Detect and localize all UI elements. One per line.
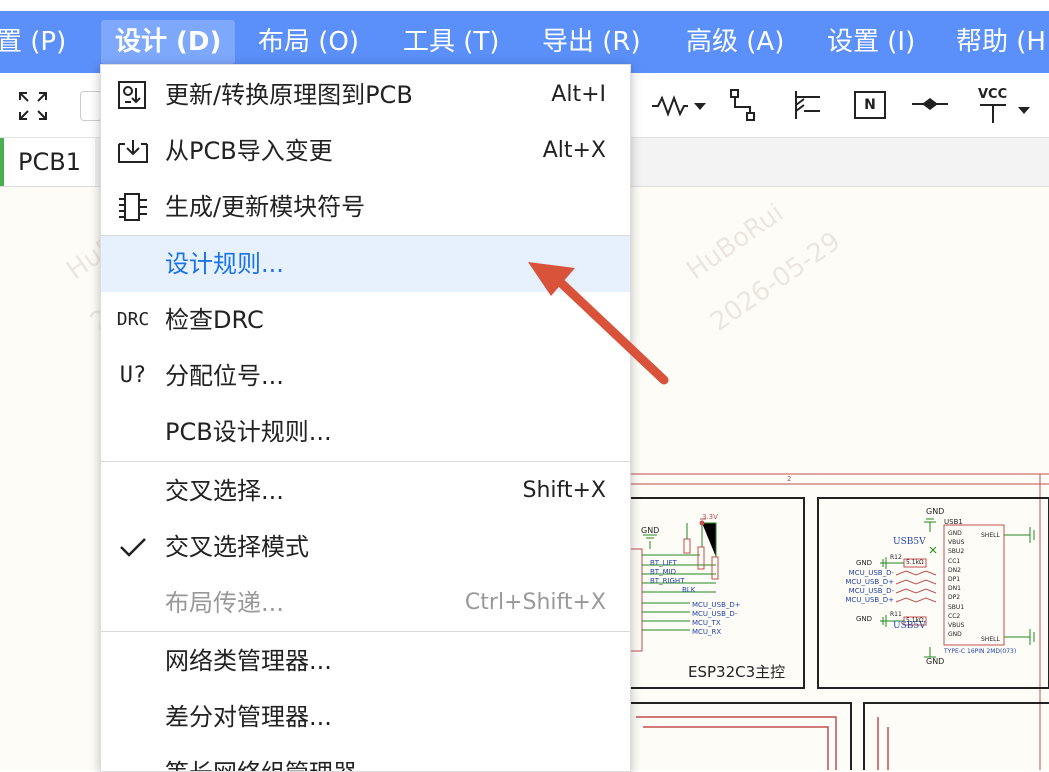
net-flag-icon[interactable]: N: [854, 91, 886, 119]
net-label: MCU_USB_D-: [848, 587, 894, 595]
label-shell-2: SHELL: [981, 636, 1000, 643]
pin-label: VBUS: [948, 539, 965, 547]
net-label: BT_RIGHT: [650, 577, 685, 585]
wire-icon[interactable]: [730, 89, 760, 121]
block-title-esp32c3: ESP32C3主控: [688, 663, 786, 681]
menu-item-shortcut: Alt+I: [551, 82, 606, 107]
annotate-icon: U?: [119, 363, 147, 388]
menu-item-label: PCB设计规则...: [165, 418, 332, 446]
net-label: MCU_USB_D+: [845, 596, 894, 604]
menu-item-label: 生成/更新模块符号: [165, 193, 366, 221]
menu-item-label: 更新/转换原理图到PCB: [165, 81, 413, 109]
nets-right: MCU_USB_D- MCU_USB_D+ MCU_USB_D- MCU_USB…: [838, 569, 894, 605]
pin-label: DP2: [948, 594, 961, 602]
menu-item-label: 交叉选择模式: [165, 533, 309, 561]
menu-item-label: 差分对管理器...: [165, 703, 332, 731]
junction-icon[interactable]: [912, 97, 948, 111]
net-label: BT_MID: [650, 568, 677, 576]
pin-label: SBU2: [948, 548, 965, 556]
drc-icon: DRC: [116, 309, 150, 330]
pin-label: DP1: [948, 576, 961, 584]
menu-item-shortcut: Ctrl+Shift+X: [464, 590, 606, 615]
net-label: BLK: [682, 586, 696, 594]
pin-label: GND: [948, 631, 962, 639]
check-icon: [120, 538, 146, 557]
pin-label: DN1: [948, 585, 961, 593]
pin-label: DN2: [948, 566, 961, 574]
net-label: MCU_USB_D+: [692, 601, 741, 609]
menu-item-cross-select-mode[interactable]: 交叉选择模式: [101, 519, 630, 575]
menu-advanced[interactable]: 高级 (A): [686, 11, 784, 73]
label-shell-1: SHELL: [981, 532, 1000, 539]
pin-label: GND: [948, 530, 962, 537]
menu-item-net-class-manager[interactable]: 网络类管理器...: [101, 633, 630, 689]
label-r11: R11: [890, 611, 902, 618]
net-label: MCU_RX: [692, 628, 722, 636]
menu-item-label: 交叉选择...: [165, 477, 284, 505]
menu-item-update-pcb[interactable]: 更新/转换原理图到PCB Alt+I: [101, 67, 630, 123]
vcc-icon[interactable]: VCC: [976, 87, 1036, 127]
menu-item-annotate[interactable]: U? 分配位号...: [101, 348, 630, 404]
net-label: MCU_USB_D-: [692, 610, 738, 618]
tab-pcb1[interactable]: PCB1: [0, 138, 95, 186]
menu-item-equal-length-manager[interactable]: 等长网络组管理器: [101, 745, 630, 771]
design-menu-dropdown: 更新/转换原理图到PCB Alt+I 从PCB导入变更 Alt+X 生成/更新模…: [100, 64, 631, 772]
menu-item-import-from-pcb[interactable]: 从PCB导入变更 Alt+X: [101, 123, 630, 179]
pin-label: CC1: [948, 557, 961, 565]
menu-item-check-drc[interactable]: DRC 检查DRC: [101, 292, 630, 348]
label-gnd-3: GND: [926, 657, 945, 666]
menu-item-layout-transfer[interactable]: 布局传递... Ctrl+Shift+X: [101, 575, 630, 631]
label-gnd-1: GND: [641, 526, 660, 535]
label-gnd-2: GND: [926, 507, 945, 516]
search-box[interactable]: [80, 91, 102, 121]
label-usb1: USB1: [944, 518, 963, 526]
import-icon: [118, 140, 148, 163]
pin-label: CC2: [948, 612, 961, 620]
label-r12: R12: [890, 554, 902, 561]
connector-pins: GND VBUS SBU2 CC1 DN2 DP1 DN1 DP2 SBU1 C…: [948, 529, 964, 639]
nets-left-usb: MCU_USB_D+ MCU_USB_D- MCU_TX MCU_RX: [692, 601, 741, 637]
menu-item-module-symbol[interactable]: 生成/更新模块符号: [101, 179, 630, 235]
label-5k1-2: 5.1kΩ: [906, 617, 924, 624]
menu-item-label: 等长网络组管理器: [165, 745, 357, 771]
menu-item-label: 从PCB导入变更: [165, 137, 333, 165]
menu-help[interactable]: 帮助 (H: [956, 11, 1046, 73]
menu-item-pcb-design-rules[interactable]: PCB设计规则...: [101, 404, 630, 460]
resistor-icon[interactable]: [652, 95, 708, 117]
nets-left: BT_LIFT BT_MID BT_RIGHT BLK: [650, 559, 695, 595]
menu-separator: [101, 461, 630, 462]
label-3v3: 3.3V: [702, 513, 718, 521]
module-symbol-icon: [119, 193, 147, 221]
label-type-c: TYPE-C 16PIN 2MD(073): [944, 648, 1017, 655]
net-label: MCU_USB_D-: [848, 569, 894, 577]
menu-item-label: 检查DRC: [165, 306, 264, 334]
menu-item-design-rules[interactable]: 设计规则...: [101, 236, 630, 292]
menu-place[interactable]: 置 (P): [0, 11, 66, 73]
fullscreen-icon[interactable]: [18, 91, 48, 121]
gnd-left-2: GND: [856, 615, 873, 623]
menu-item-diff-pair-manager[interactable]: 差分对管理器...: [101, 689, 630, 745]
menu-item-cross-select[interactable]: 交叉选择... Shift+X: [101, 463, 630, 519]
menu-separator: [101, 631, 630, 632]
label-5k1-1: 5.1kΩ: [906, 559, 924, 566]
pin-label: SBU1: [948, 603, 965, 611]
net-label: MCU_USB_D+: [845, 578, 894, 586]
menu-settings[interactable]: 设置 (I): [827, 11, 915, 73]
menu-item-shortcut: Alt+X: [542, 138, 606, 163]
menu-item-label: 网络类管理器...: [165, 647, 332, 675]
label-usb5v-1: USB5V: [893, 537, 926, 547]
menu-item-label: 分配位号...: [165, 362, 284, 390]
vcc-label: VCC: [978, 87, 1008, 102]
menu-item-label: 设计规则...: [165, 250, 284, 278]
menu-item-label: 布局传递...: [165, 589, 284, 617]
pin-label: VBUS: [948, 622, 965, 630]
label-grid-2: 2: [787, 475, 792, 483]
gnd-left-1: GND: [856, 559, 873, 567]
net-label: BT_LIFT: [650, 559, 677, 567]
net-label: MCU_TX: [692, 619, 721, 627]
menu-item-shortcut: Shift+X: [522, 478, 606, 503]
bus-entry-icon[interactable]: [792, 89, 824, 121]
menu-design[interactable]: 设计 (D): [101, 20, 236, 64]
update-pcb-icon: [118, 81, 146, 109]
